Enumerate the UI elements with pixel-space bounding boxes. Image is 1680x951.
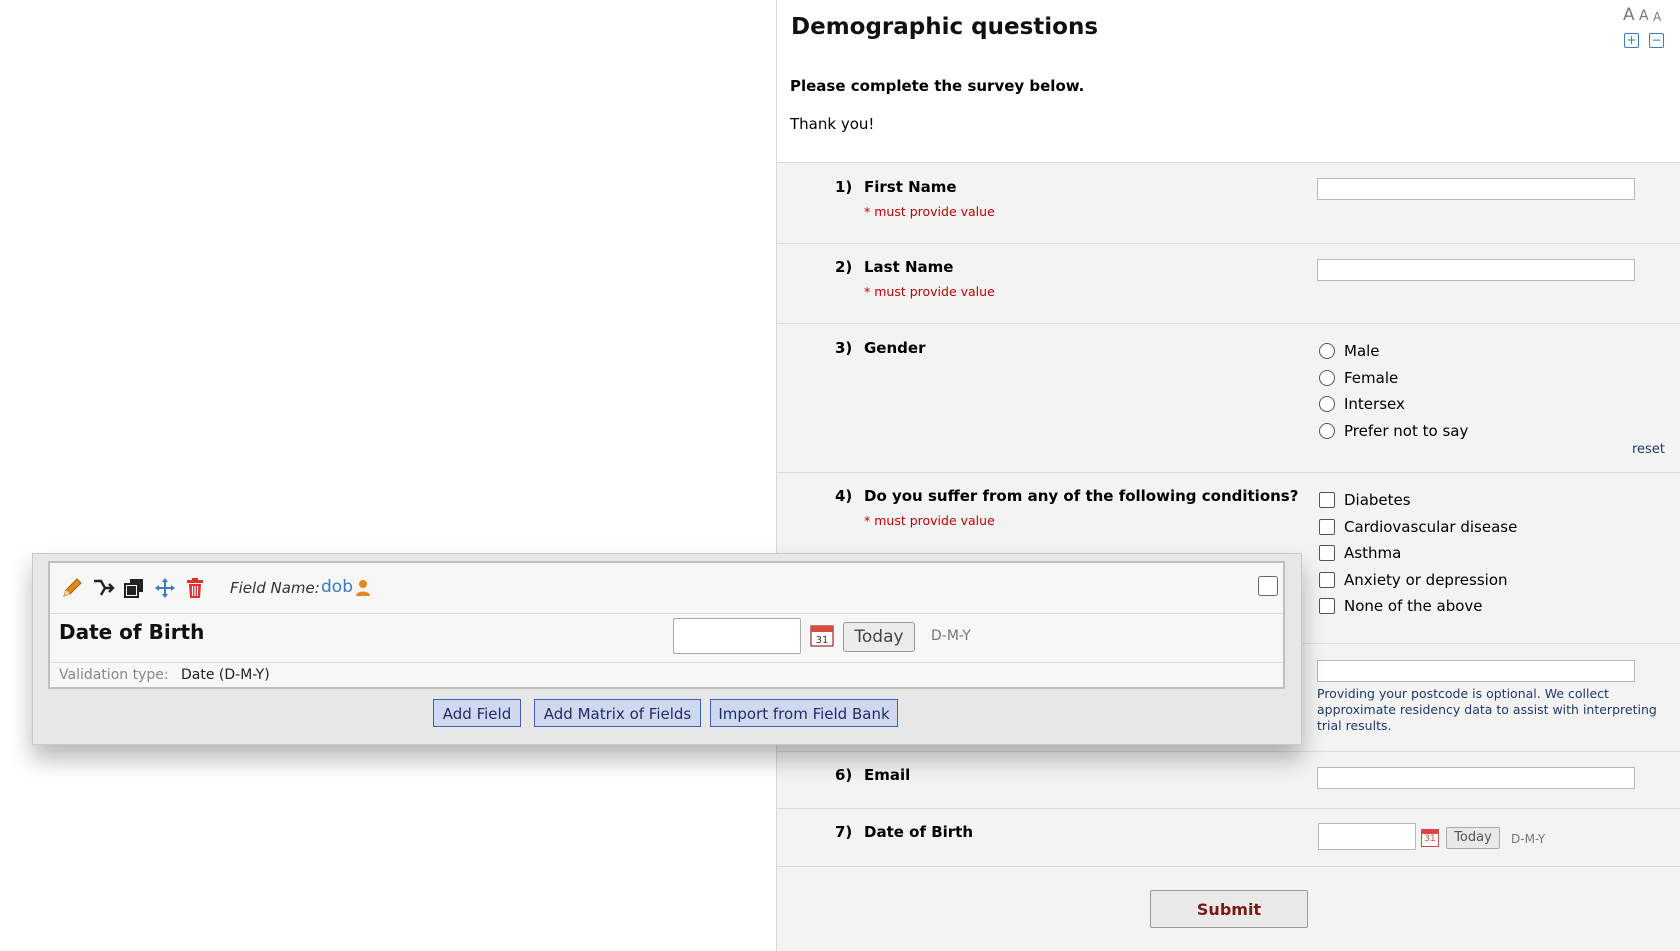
editor-date-input[interactable] <box>673 618 801 654</box>
option-label: Intersex <box>1344 395 1405 413</box>
editor-today-button[interactable]: Today <box>843 622 915 652</box>
option-label: Prefer not to say <box>1344 422 1469 440</box>
survey-header: Demographic questions Please complete th… <box>777 0 1680 163</box>
survey-instructions: Please complete the survey below. <box>790 77 1085 95</box>
survey-thanks: Thank you! <box>790 115 875 133</box>
font-size-tools: A A A + − <box>1623 5 1679 49</box>
validation-value: Date (D-M-Y) <box>181 667 270 683</box>
copy-icon[interactable] <box>122 576 146 600</box>
question-number: 7) <box>835 823 853 841</box>
option-label: Anxiety or depression <box>1344 571 1508 589</box>
dob-input[interactable] <box>1318 823 1416 850</box>
question-number: 6) <box>835 766 853 784</box>
move-icon[interactable] <box>153 576 177 600</box>
trash-icon[interactable] <box>183 576 207 600</box>
question-label: Email <box>864 766 911 784</box>
decrease-font-button[interactable]: − <box>1649 33 1664 48</box>
question-row-last-name: 2) Last Name * must provide value <box>777 244 1680 324</box>
field-name-value: dob <box>321 577 353 597</box>
survey-title: Demographic questions <box>791 14 1099 40</box>
calendar-icon[interactable]: 31 <box>810 623 834 647</box>
option-label: None of the above <box>1344 597 1483 615</box>
survey-panel: Demographic questions Please complete th… <box>776 0 1680 951</box>
field-editor-card: Field Name: dob Date of Birth 31 Today D… <box>48 561 1285 689</box>
question-label: Last Name <box>864 258 954 276</box>
gender-option-male[interactable]: Male <box>1319 342 1380 360</box>
field-editor-popup: Field Name: dob Date of Birth 31 Today D… <box>32 553 1302 745</box>
import-field-bank-button[interactable]: Import from Field Bank <box>710 699 898 727</box>
submit-button[interactable]: Submit <box>1150 890 1308 928</box>
editor-date-format-hint: D-M-Y <box>931 628 971 644</box>
field-editor-toolbar: Field Name: dob <box>50 563 1283 614</box>
date-format-hint: D-M-Y <box>1511 832 1546 846</box>
postcode-note: Providing your postcode is optional. We … <box>1317 686 1657 733</box>
question-row-gender: 3) Gender Male Female Intersex Prefer no… <box>777 324 1680 473</box>
increase-font-button[interactable]: + <box>1624 33 1639 48</box>
add-field-button[interactable]: Add Field <box>433 699 521 727</box>
reset-link[interactable]: reset <box>1632 442 1665 457</box>
radio-button[interactable] <box>1319 396 1335 412</box>
field-label: Date of Birth <box>59 620 205 644</box>
validation-label: Validation type: <box>59 667 169 683</box>
select-field-checkbox[interactable] <box>1258 576 1278 596</box>
option-label: Diabetes <box>1344 491 1411 509</box>
question-number: 3) <box>835 339 853 357</box>
gender-option-intersex[interactable]: Intersex <box>1319 395 1405 413</box>
checkbox[interactable] <box>1319 519 1335 535</box>
condition-option-none[interactable]: None of the above <box>1319 597 1483 615</box>
option-label: Female <box>1344 369 1399 387</box>
question-row-dob: 7) Date of Birth 31 Today D-M-Y <box>777 809 1680 867</box>
identifier-person-icon <box>356 580 370 596</box>
checkbox[interactable] <box>1319 545 1335 561</box>
pencil-icon[interactable] <box>60 576 84 600</box>
condition-option-cardiovascular[interactable]: Cardiovascular disease <box>1319 518 1517 536</box>
checkbox[interactable] <box>1319 598 1335 614</box>
condition-option-anxiety[interactable]: Anxiety or depression <box>1319 571 1508 589</box>
question-label: Date of Birth <box>864 823 974 841</box>
add-matrix-button[interactable]: Add Matrix of Fields <box>534 699 701 727</box>
postcode-input[interactable] <box>1317 660 1635 682</box>
condition-option-diabetes[interactable]: Diabetes <box>1319 491 1411 509</box>
radio-button[interactable] <box>1319 370 1335 386</box>
field-name-label: Field Name: <box>230 579 320 597</box>
last-name-input[interactable] <box>1317 259 1635 281</box>
question-label: First Name <box>864 178 957 196</box>
font-size-glyph-small: A <box>1653 10 1662 24</box>
radio-button[interactable] <box>1319 423 1335 439</box>
gender-option-female[interactable]: Female <box>1319 369 1398 387</box>
validation-info: Validation type: Date (D-M-Y) <box>50 662 1283 688</box>
question-row-first-name: 1) First Name * must provide value <box>777 163 1680 244</box>
question-number: 2) <box>835 258 853 276</box>
option-label: Cardiovascular disease <box>1344 518 1518 536</box>
checkbox[interactable] <box>1319 492 1335 508</box>
today-button[interactable]: Today <box>1446 827 1500 849</box>
font-size-glyph-large: A <box>1623 5 1635 25</box>
first-name-input[interactable] <box>1317 178 1635 200</box>
condition-option-asthma[interactable]: Asthma <box>1319 544 1401 562</box>
question-number: 1) <box>835 178 853 196</box>
radio-button[interactable] <box>1319 343 1335 359</box>
question-number: 4) <box>835 487 853 505</box>
gender-option-prefer-not[interactable]: Prefer not to say <box>1319 422 1468 440</box>
question-row-email: 6) Email <box>777 752 1680 809</box>
option-label: Asthma <box>1344 544 1402 562</box>
required-note: * must provide value <box>864 284 995 299</box>
calendar-icon[interactable]: 31 <box>1421 829 1439 847</box>
question-label: Gender <box>864 339 926 357</box>
font-size-glyph-medium: A <box>1639 8 1649 24</box>
email-input[interactable] <box>1317 767 1635 789</box>
svg-text:31: 31 <box>816 635 829 646</box>
option-label: Male <box>1344 342 1380 360</box>
question-label: Do you suffer from any of the following … <box>864 487 1299 505</box>
required-note: * must provide value <box>864 513 995 528</box>
required-note: * must provide value <box>864 204 995 219</box>
checkbox[interactable] <box>1319 572 1335 588</box>
branching-icon[interactable] <box>91 576 115 600</box>
